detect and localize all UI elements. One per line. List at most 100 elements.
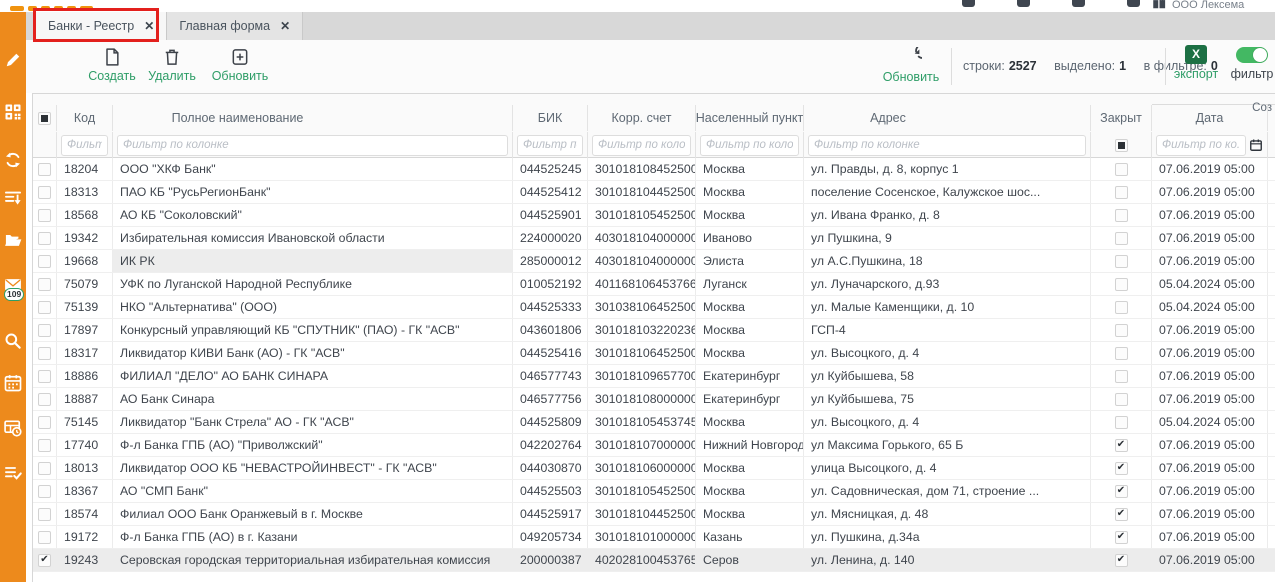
filter-input-code[interactable] bbox=[61, 135, 108, 156]
row-closed-cell bbox=[1091, 526, 1152, 548]
row-checkbox[interactable] bbox=[38, 370, 51, 383]
row-checkbox[interactable] bbox=[38, 232, 51, 245]
closed-checkbox[interactable] bbox=[1115, 232, 1128, 245]
select-all-checkbox[interactable] bbox=[38, 112, 51, 125]
column-header-city[interactable]: Населенный пункт bbox=[696, 105, 804, 131]
column-header-bik[interactable]: БИК bbox=[513, 105, 588, 131]
calendar-icon[interactable] bbox=[3, 373, 23, 393]
table-row[interactable]: 75145Ликвидатор "Банк Стрела" АО - ГК "А… bbox=[33, 411, 1275, 434]
closed-checkbox[interactable] bbox=[1115, 370, 1128, 383]
sync-icon[interactable] bbox=[3, 150, 23, 170]
table-row[interactable]: 18574Филиал ООО Банк Оранжевый в г. Моск… bbox=[33, 503, 1275, 526]
filter-input-address[interactable] bbox=[808, 135, 1086, 156]
table-row[interactable]: 18013Ликвидатор ООО КБ "НЕВАСТРОЙИНВЕСТ"… bbox=[33, 457, 1275, 480]
closed-checkbox[interactable] bbox=[1115, 324, 1128, 337]
closed-checkbox[interactable] bbox=[1115, 186, 1128, 199]
closed-checkbox[interactable] bbox=[1115, 347, 1128, 360]
filter-input-date[interactable] bbox=[1156, 135, 1246, 156]
table-row[interactable]: 17740Ф-л Банка ГПБ (АО) "Приволжский"042… bbox=[33, 434, 1275, 457]
table-row[interactable]: 18204ООО "ХКФ Банк"044525245301018108452… bbox=[33, 158, 1275, 181]
table-row[interactable]: 18367АО "СМП Банк"0445255033010181054525… bbox=[33, 480, 1275, 503]
table-row[interactable]: 19172Ф-л Банка ГПБ (АО) в г. Казани04920… bbox=[33, 526, 1275, 549]
row-checkbox[interactable] bbox=[38, 278, 51, 291]
table-row[interactable]: 19342Избирательная комиссия Ивановской о… bbox=[33, 227, 1275, 250]
row-checkbox[interactable] bbox=[38, 301, 51, 314]
table-row[interactable]: 18313ПАО КБ "РусьРегионБанк"044525412301… bbox=[33, 181, 1275, 204]
folder-open-icon[interactable] bbox=[3, 230, 23, 250]
qr-code-icon[interactable] bbox=[3, 102, 23, 122]
filter-toggle[interactable] bbox=[1236, 47, 1268, 63]
closed-checkbox[interactable] bbox=[1115, 393, 1128, 406]
table-row[interactable]: 18886ФИЛИАЛ "ДЕЛО" АО БАНК СИНАРА0465777… bbox=[33, 365, 1275, 388]
row-checkbox[interactable] bbox=[38, 393, 51, 406]
report-clock-icon[interactable] bbox=[3, 418, 23, 438]
row-checkbox[interactable] bbox=[38, 324, 51, 337]
column-header-name[interactable]: Полное наименование bbox=[113, 105, 513, 131]
column-header-date[interactable]: Дата bbox=[1152, 105, 1268, 131]
closed-checkbox[interactable] bbox=[1115, 278, 1128, 291]
row-checkbox[interactable] bbox=[38, 347, 51, 360]
header-icon-3[interactable] bbox=[1072, 0, 1085, 7]
table-row[interactable]: 75139НКО "Альтернатива" (ООО)04452533330… bbox=[33, 296, 1275, 319]
table-row[interactable]: 18887АО Банк Синара046577756301018108000… bbox=[33, 388, 1275, 411]
create-button[interactable]: Создать bbox=[84, 45, 140, 84]
row-checkbox[interactable] bbox=[38, 255, 51, 268]
row-checkbox[interactable] bbox=[38, 163, 51, 176]
tab-banki-reestr[interactable]: Банки - Реестр ✕ bbox=[36, 12, 167, 40]
update-button[interactable]: Обновить bbox=[208, 45, 272, 84]
table-row[interactable]: 75079УФК по Луганской Народной Республик… bbox=[33, 273, 1275, 296]
filter-input-city[interactable] bbox=[700, 135, 799, 156]
closed-checkbox[interactable] bbox=[1115, 416, 1128, 429]
column-header-closed[interactable]: Закрыт bbox=[1091, 105, 1152, 131]
row-address-cell: ул. Пушкина, д.34а bbox=[804, 526, 1091, 548]
row-checkbox[interactable] bbox=[38, 554, 51, 567]
row-checkbox[interactable] bbox=[38, 485, 51, 498]
closed-filter-checkbox[interactable] bbox=[1115, 139, 1128, 152]
row-closed-cell bbox=[1091, 365, 1152, 387]
tab-glavnaya-forma[interactable]: Главная форма ✕ bbox=[167, 12, 303, 40]
row-checkbox[interactable] bbox=[38, 439, 51, 452]
row-code-cell: 75139 bbox=[57, 296, 113, 318]
refresh-button[interactable]: Обновить bbox=[879, 45, 943, 85]
row-checkbox[interactable] bbox=[38, 462, 51, 475]
row-checkbox[interactable] bbox=[38, 416, 51, 429]
filter-input-name[interactable] bbox=[117, 135, 508, 156]
header-icon-1[interactable] bbox=[962, 0, 975, 7]
row-checkbox[interactable] bbox=[38, 531, 51, 544]
closed-checkbox[interactable] bbox=[1115, 485, 1128, 498]
filter-input-corr[interactable] bbox=[592, 135, 691, 156]
closed-checkbox[interactable] bbox=[1115, 255, 1128, 268]
table-row[interactable]: 18568АО КБ "Соколовский"0445259013010181… bbox=[33, 204, 1275, 227]
closed-checkbox[interactable] bbox=[1115, 439, 1128, 452]
table-row[interactable]: 17897Конкурсный управляющий КБ "СПУТНИК"… bbox=[33, 319, 1275, 342]
closed-checkbox[interactable] bbox=[1115, 554, 1128, 567]
delete-button[interactable]: Удалить bbox=[144, 45, 200, 84]
row-checkbox[interactable] bbox=[38, 209, 51, 222]
column-header-address[interactable]: Адрес bbox=[804, 105, 1091, 131]
calendar-picker-icon[interactable] bbox=[1249, 138, 1263, 152]
header-icon-2[interactable] bbox=[1017, 0, 1030, 7]
table-row[interactable]: 19668ИК РК2850000124030181040000000...Эл… bbox=[33, 250, 1275, 273]
header-icon-4[interactable] bbox=[1127, 0, 1140, 7]
closed-checkbox[interactable] bbox=[1115, 163, 1128, 176]
close-icon[interactable]: ✕ bbox=[280, 19, 290, 33]
row-checkbox[interactable] bbox=[38, 186, 51, 199]
closed-checkbox[interactable] bbox=[1115, 531, 1128, 544]
close-icon[interactable]: ✕ bbox=[144, 19, 154, 33]
closed-checkbox[interactable] bbox=[1115, 209, 1128, 222]
table-row[interactable]: 19243Серовская городская территориальная… bbox=[33, 549, 1275, 572]
row-checkbox[interactable] bbox=[38, 508, 51, 521]
filter-input-bik[interactable] bbox=[517, 135, 583, 156]
closed-checkbox[interactable] bbox=[1115, 462, 1128, 475]
tasks-list-icon[interactable] bbox=[3, 188, 23, 208]
edit-pencil-icon[interactable] bbox=[3, 50, 23, 70]
export-excel-button[interactable]: X экспорт bbox=[1172, 43, 1220, 82]
filter-cell-name bbox=[113, 132, 513, 158]
column-header-corr[interactable]: Корр. счет bbox=[588, 105, 696, 131]
column-header-code[interactable]: Код bbox=[57, 105, 113, 131]
closed-checkbox[interactable] bbox=[1115, 301, 1128, 314]
closed-checkbox[interactable] bbox=[1115, 508, 1128, 521]
search-icon[interactable] bbox=[3, 331, 23, 351]
checklist-icon[interactable] bbox=[3, 463, 23, 483]
table-row[interactable]: 18317Ликвидатор КИВИ Банк (АО) - ГК "АСВ… bbox=[33, 342, 1275, 365]
